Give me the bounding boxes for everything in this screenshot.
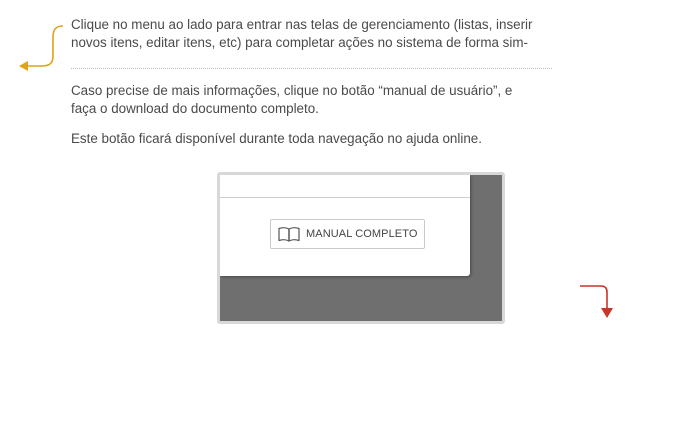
manual-button-preview: MANUAL COMPLETO [217, 172, 505, 324]
bent-arrow-down-icon [580, 285, 613, 318]
preview-panel-divider [220, 197, 470, 198]
manual-completo-label: MANUAL COMPLETO [306, 228, 418, 240]
preview-panel: MANUAL COMPLETO [220, 175, 470, 276]
section-divider [71, 68, 552, 69]
intro-text-line-2: novos itens, editar itens, etc) para com… [71, 35, 528, 50]
preview-backdrop: MANUAL COMPLETO [220, 175, 502, 321]
availability-note: Este botão ficará disponível durante tod… [71, 131, 482, 146]
intro-text-line-1: Clique no menu ao lado para entrar nas t… [71, 17, 533, 32]
info-text-line-1: Caso precise de mais informações, clique… [71, 83, 513, 98]
manual-completo-button[interactable]: MANUAL COMPLETO [270, 219, 425, 249]
book-icon [278, 227, 300, 242]
curved-arrow-left-icon [19, 25, 64, 71]
info-text-line-2: faça o download do documento completo. [71, 101, 319, 116]
